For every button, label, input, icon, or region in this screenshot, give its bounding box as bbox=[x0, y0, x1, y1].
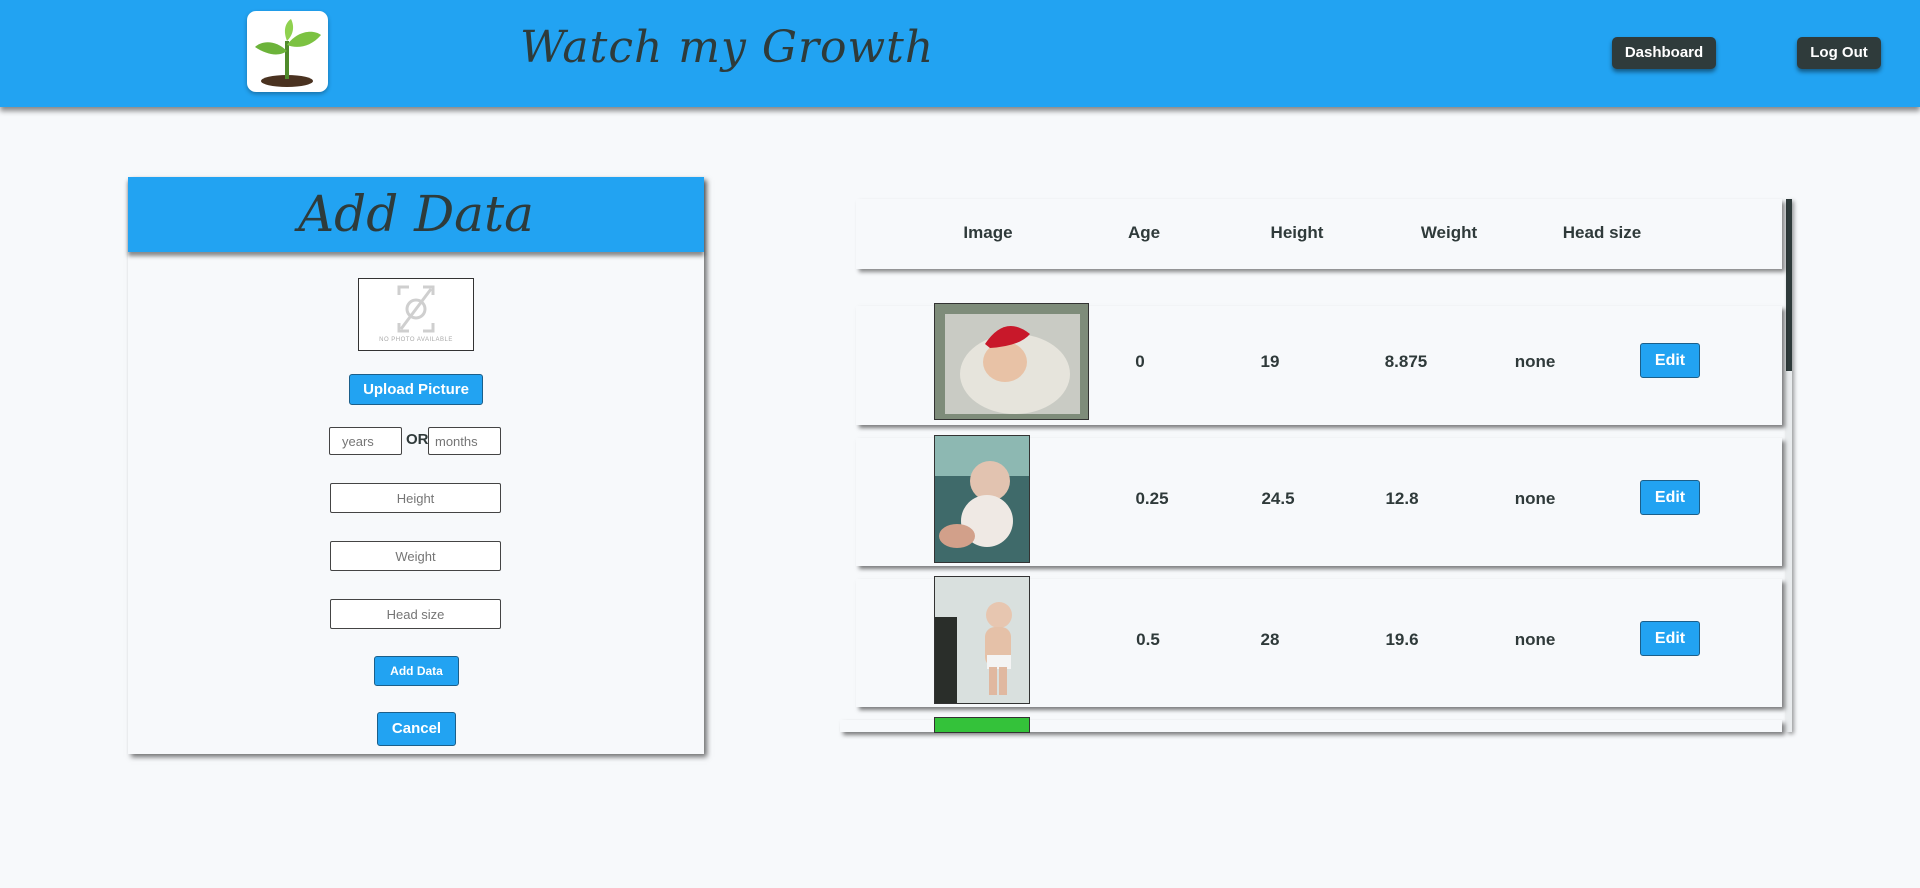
cell-weight: 19.6 bbox=[1385, 630, 1419, 649]
baby-photo-2 bbox=[934, 435, 1030, 563]
cell-age: 0.5 bbox=[1136, 630, 1160, 649]
app-title: Watch my Growth bbox=[520, 22, 935, 73]
no-photo-placeholder: NO PHOTO AVAILABLE bbox=[358, 278, 474, 351]
edit-button[interactable]: Edit bbox=[1640, 621, 1700, 656]
table-row: 0.25 24.5 12.8 none Edit bbox=[856, 435, 1782, 566]
dashboard-button[interactable]: Dashboard bbox=[1612, 37, 1716, 69]
add-data-button[interactable]: Add Data bbox=[374, 656, 459, 686]
panel-header: Add Data bbox=[128, 177, 704, 252]
logout-button[interactable]: Log Out bbox=[1797, 37, 1881, 69]
col-image: Image bbox=[963, 223, 1013, 242]
edit-button[interactable]: Edit bbox=[1640, 480, 1700, 515]
table-row: 0 19 8.875 none Edit bbox=[856, 303, 1782, 425]
scrollbar-thumb[interactable] bbox=[1786, 199, 1792, 371]
cell-age: 0.25 bbox=[1135, 489, 1169, 508]
panel-title: Add Data bbox=[298, 185, 534, 243]
cell-age: 0 bbox=[1135, 352, 1145, 371]
cell-height: 19 bbox=[1260, 352, 1280, 371]
add-data-panel: Add Data NO PHOTO AVAILABLE Upload Pictu… bbox=[128, 177, 704, 754]
upload-picture-button[interactable]: Upload Picture bbox=[349, 374, 483, 405]
baby-photo-4 bbox=[934, 717, 1030, 733]
weight-input[interactable] bbox=[330, 541, 501, 571]
table-row bbox=[840, 717, 1782, 733]
cell-weight: 12.8 bbox=[1385, 489, 1419, 508]
height-input[interactable] bbox=[330, 483, 501, 513]
cancel-button[interactable]: Cancel bbox=[377, 712, 456, 746]
cell-head-size: none bbox=[1514, 352, 1556, 371]
edit-button[interactable]: Edit bbox=[1640, 343, 1700, 378]
baby-photo-1 bbox=[934, 303, 1089, 420]
top-bar: Watch my Growth Dashboard Log Out bbox=[0, 0, 1920, 107]
growth-table: Image Age Height Weight Head size 0 19 8… bbox=[840, 199, 1792, 733]
years-input[interactable] bbox=[329, 427, 402, 455]
cell-height: 28 bbox=[1260, 630, 1280, 649]
col-weight: Weight bbox=[1420, 223, 1478, 242]
cell-height: 24.5 bbox=[1261, 489, 1295, 508]
col-height: Height bbox=[1270, 223, 1324, 242]
cell-weight: 8.875 bbox=[1384, 352, 1428, 371]
head-size-input[interactable] bbox=[330, 599, 501, 629]
table-row: 0.5 28 19.6 none Edit bbox=[856, 576, 1782, 707]
col-age: Age bbox=[1127, 223, 1161, 242]
cell-head-size: none bbox=[1514, 630, 1556, 649]
plant-logo-icon[interactable] bbox=[247, 11, 328, 92]
no-photo-text: NO PHOTO AVAILABLE bbox=[379, 337, 453, 343]
months-input[interactable] bbox=[428, 427, 501, 455]
col-head-size: Head size bbox=[1562, 223, 1642, 242]
or-label: OR bbox=[406, 431, 429, 448]
table-header: Image Age Height Weight Head size bbox=[856, 199, 1782, 269]
baby-photo-3 bbox=[934, 576, 1030, 704]
cell-head-size: none bbox=[1514, 489, 1556, 508]
